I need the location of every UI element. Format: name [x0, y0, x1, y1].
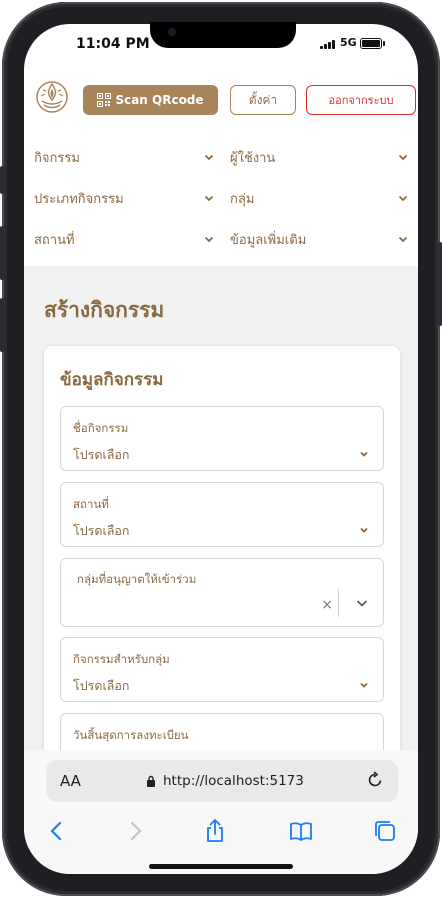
field-label: ชื่อกิจกรรม [73, 421, 129, 435]
chevron-down-icon [398, 236, 408, 243]
chevron-down-icon [398, 195, 408, 202]
lock-icon [147, 775, 155, 787]
field-label: วันสิ้นสุดการลงทะเบียน [73, 728, 189, 742]
activity-for-group-select[interactable]: กิจกรรมสำหรับกลุ่ม โปรดเลือก [60, 637, 384, 702]
field-value: โปรดเลือก [73, 447, 130, 462]
chevron-down-icon [204, 236, 214, 243]
power-button [438, 242, 442, 326]
nav-item-more-info[interactable]: ข้อมูลเพิ่มเติม [230, 228, 408, 250]
page-content: สร้างกิจกรรม ข้อมูลกิจกรรม ชื่อกิจกรรม โ… [24, 266, 418, 773]
field-value: โปรดเลือก [73, 523, 130, 538]
nav-item-label: กลุ่ม [230, 191, 255, 207]
nav-item-locations[interactable]: สถานที่ [34, 228, 214, 250]
nav-item-groups[interactable]: กลุ่ม [230, 187, 408, 209]
volume-down-button [0, 298, 4, 352]
clear-icon[interactable]: × [321, 597, 333, 613]
reader-options-button[interactable]: AA [60, 772, 81, 790]
chevron-down-icon [360, 682, 368, 688]
tabs-icon[interactable] [372, 818, 398, 844]
scan-qrcode-label: Scan QRcode [115, 93, 204, 107]
volume-up-button [0, 226, 4, 280]
chevron-down-icon [398, 154, 408, 161]
field-value: โปรดเลือก [73, 678, 130, 693]
settings-button[interactable]: ตั้งค่า [230, 85, 296, 115]
chevron-down-icon [204, 195, 214, 202]
back-icon[interactable] [44, 818, 70, 844]
separator [338, 589, 339, 617]
url-text: http://localhost:5173 [163, 773, 304, 789]
allowed-groups-multiselect[interactable]: กลุ่มที่อนุญาตให้เข้าร่วม × [60, 558, 384, 627]
battery-icon [360, 38, 385, 49]
network-label: 5G [340, 36, 357, 49]
signal-icon [320, 40, 335, 49]
share-icon[interactable] [202, 818, 228, 844]
phone-screen: 11:04 PM 5G Scan QRcode ตั้งค่า ออกจากระ… [24, 24, 418, 874]
nav-item-users[interactable]: ผู้ใช้งาน [230, 146, 408, 168]
location-select[interactable]: สถานที่ โปรดเลือก [60, 482, 384, 547]
field-label: กิจกรรมสำหรับกลุ่ม [73, 652, 170, 666]
qrcode-icon [97, 93, 112, 107]
activity-name-select[interactable]: ชื่อกิจกรรม โปรดเลือก [60, 406, 384, 471]
nav-item-label: ผู้ใช้งาน [230, 150, 276, 166]
forward-icon[interactable] [122, 818, 148, 844]
page-title: สร้างกิจกรรม [44, 298, 165, 322]
field-label: สถานที่ [73, 497, 109, 511]
nav-item-activity-types[interactable]: ประเภทกิจกรรม [34, 187, 214, 209]
logout-button[interactable]: ออกจากระบบ [306, 85, 416, 115]
status-time: 11:04 PM [76, 36, 150, 52]
nav-item-activities[interactable]: กิจกรรม [34, 146, 214, 168]
card-title: ข้อมูลกิจกรรม [60, 370, 164, 390]
address-bar[interactable]: AA http://localhost:5173 [46, 760, 398, 802]
chevron-down-icon [204, 154, 214, 161]
scan-qrcode-button[interactable]: Scan QRcode [83, 85, 218, 115]
nav-item-label: สถานที่ [34, 232, 75, 248]
chevron-down-icon [360, 451, 368, 457]
chevron-down-icon [360, 527, 368, 533]
notch [150, 22, 296, 48]
field-label: กลุ่มที่อนุญาตให้เข้าร่วม [77, 572, 197, 586]
reload-icon[interactable] [366, 771, 384, 789]
camera-icon [168, 28, 176, 36]
app-header: Scan QRcode ตั้งค่า ออกจากระบบ [24, 76, 418, 124]
bookmarks-icon[interactable] [288, 818, 314, 844]
chevron-down-icon[interactable] [356, 597, 368, 609]
main-nav: กิจกรรม ผู้ใช้งาน ประเภทกิจกรรม กลุ่ม สถ… [24, 136, 418, 266]
nav-item-label: กิจกรรม [34, 150, 80, 166]
activity-form-card: ข้อมูลกิจกรรม ชื่อกิจกรรม โปรดเลือก สถาน… [44, 346, 400, 773]
nav-item-label: ประเภทกิจกรรม [34, 191, 124, 207]
mute-switch [0, 166, 4, 194]
university-logo-icon [36, 81, 68, 113]
browser-chrome: AA http://localhost:5173 [24, 750, 418, 874]
home-indicator [149, 864, 293, 869]
nav-item-label: ข้อมูลเพิ่มเติม [230, 232, 307, 248]
